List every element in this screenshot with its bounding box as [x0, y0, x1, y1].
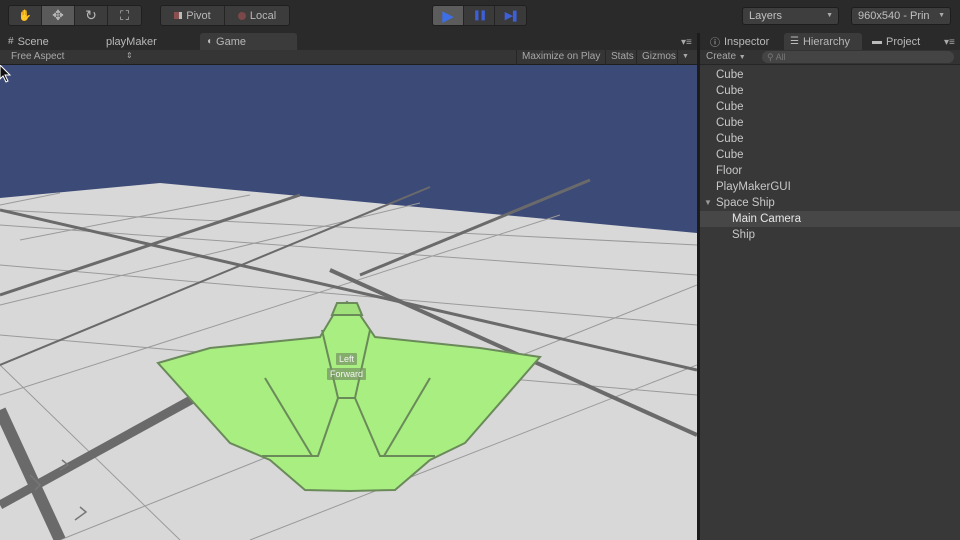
- search-icon: ⚲: [767, 52, 774, 62]
- info-icon: ⓘ: [710, 38, 720, 49]
- separator: [636, 50, 637, 65]
- item-label: Cube: [716, 117, 744, 129]
- tab-inspector[interactable]: ⓘ Inspector: [704, 33, 775, 50]
- hierarchy-item[interactable]: Cube: [700, 115, 960, 131]
- stats-button[interactable]: Stats: [611, 51, 634, 62]
- gizmos-button[interactable]: Gizmos: [642, 51, 676, 62]
- step-button[interactable]: ▶❚: [495, 6, 526, 25]
- maximize-on-play-button[interactable]: Maximize on Play: [522, 51, 600, 62]
- item-label: Cube: [716, 101, 744, 113]
- hud-forward-label: Forward: [327, 368, 367, 380]
- layout-dropdown[interactable]: 960x540 - Prin ▼: [851, 7, 951, 25]
- hierarchy-item[interactable]: Cube: [700, 83, 960, 99]
- move-icon: ✥: [52, 7, 64, 23]
- local-button[interactable]: Local: [225, 6, 289, 25]
- item-label: Cube: [716, 85, 744, 97]
- item-label: Cube: [716, 69, 744, 81]
- tab-project[interactable]: ▬ Project: [866, 33, 926, 50]
- item-label: PlayMakerGUI: [716, 181, 791, 193]
- scale-icon: ⛶: [119, 7, 130, 23]
- hierarchy-item[interactable]: PlayMakerGUI: [700, 179, 960, 195]
- hierarchy-tree: Cube Cube Cube Cube Cube Cube Floor Play…: [700, 67, 960, 243]
- hierarchy-item[interactable]: Cube: [700, 147, 960, 163]
- tab-project-label: Project: [886, 35, 921, 48]
- hierarchy-item[interactable]: Floor: [700, 163, 960, 179]
- panel-menu-icon[interactable]: ▾≡: [944, 37, 955, 48]
- scale-tool-button[interactable]: ⛶: [108, 6, 141, 25]
- pause-icon: ❚❚: [472, 10, 488, 21]
- hierarchy-item[interactable]: Cube: [700, 99, 960, 115]
- tab-hierarchy-label: Hierarchy: [802, 35, 851, 48]
- side-tabbar: ⓘ Inspector ☰ Hierarchy ▬ Project ▾≡: [700, 33, 960, 50]
- tab-inspector-label: Inspector: [724, 35, 770, 48]
- tab-scene[interactable]: # Scene: [2, 33, 55, 50]
- pivot-icon: [174, 12, 183, 19]
- panel-menu-icon[interactable]: ▾≡: [681, 37, 692, 48]
- create-label: Create: [706, 51, 737, 62]
- game-viewport[interactable]: Left Forward: [0, 65, 697, 540]
- hand-icon: ✋: [18, 10, 32, 22]
- item-label: Cube: [716, 133, 744, 145]
- item-label: Floor: [716, 165, 743, 177]
- rotate-tool-button[interactable]: ↻: [75, 6, 108, 25]
- separator: [516, 50, 517, 65]
- search-placeholder: All: [775, 52, 786, 62]
- tab-hierarchy[interactable]: ☰ Hierarchy: [784, 33, 862, 50]
- hierarchy-item[interactable]: Cube: [700, 131, 960, 147]
- chevron-down-icon: ▼: [738, 54, 746, 61]
- pivot-label: Pivot: [186, 9, 211, 22]
- local-label: Local: [249, 9, 277, 22]
- hud-left-label: Left: [336, 353, 358, 365]
- item-label: Space Ship: [716, 197, 775, 209]
- tab-game-label: Game: [216, 35, 247, 48]
- local-icon: [237, 11, 246, 20]
- list-icon: ☰: [790, 36, 799, 47]
- pivot-button[interactable]: Pivot: [161, 6, 225, 25]
- rotate-icon: ↻: [85, 7, 97, 23]
- chevron-down-icon: ▼: [826, 12, 833, 19]
- layers-dropdown[interactable]: Layers ▼: [742, 7, 839, 25]
- item-label: Cube: [716, 149, 744, 161]
- pause-button[interactable]: ❚❚: [464, 6, 495, 25]
- tab-playmaker-label: playMaker: [106, 35, 157, 48]
- game-view-controls: Free Aspect ⇕ Maximize on Play Stats Giz…: [0, 50, 697, 65]
- layers-label: Layers: [749, 10, 783, 22]
- mouse-cursor-icon: [0, 65, 12, 83]
- step-icon: ▶❚: [504, 10, 520, 22]
- hierarchy-item[interactable]: Ship: [700, 227, 960, 243]
- separator: [605, 50, 606, 65]
- pacman-icon: ◖: [206, 36, 213, 47]
- main-toolbar: ✋ ✥ ↻ ⛶ Pivot Local ▶ ❚❚ ▶❚ Layers ▼ 960…: [0, 0, 960, 33]
- play-icon: ▶: [442, 7, 454, 25]
- folder-icon: ▬: [872, 36, 882, 47]
- tab-playmaker[interactable]: playMaker: [100, 33, 163, 50]
- expand-triangle-icon[interactable]: ▼: [704, 195, 712, 211]
- hierarchy-panel: Create ▼ ⚲ All Cube Cube Cube Cube Cube …: [700, 50, 960, 540]
- tab-scene-label: Scene: [17, 35, 49, 48]
- hand-tool-button[interactable]: ✋: [9, 6, 42, 25]
- play-controls: ▶ ❚❚ ▶❚: [432, 5, 527, 26]
- separator: [677, 50, 678, 65]
- play-button[interactable]: ▶: [433, 6, 464, 25]
- create-dropdown[interactable]: Create ▼: [706, 51, 746, 62]
- transform-tools: ✋ ✥ ↻ ⛶: [8, 5, 142, 26]
- view-tabbar: # Scene playMaker ◖ Game ▾≡: [0, 33, 697, 50]
- gizmos-chevron-icon[interactable]: ▼: [682, 53, 689, 60]
- item-label: Main Camera: [732, 213, 802, 225]
- move-tool-button[interactable]: ✥: [42, 6, 75, 25]
- aspect-chevron-icon: ⇕: [126, 51, 133, 60]
- aspect-dropdown[interactable]: Free Aspect: [11, 51, 64, 62]
- chevron-down-icon: ▼: [938, 12, 945, 19]
- hierarchy-toolbar: Create ▼ ⚲ All: [700, 50, 960, 65]
- game-render: [0, 178, 697, 540]
- tab-game[interactable]: ◖ Game: [200, 33, 297, 50]
- layout-label: 960x540 - Prin: [858, 10, 930, 22]
- hierarchy-item-space-ship[interactable]: ▼ Space Ship: [700, 195, 960, 211]
- item-label: Ship: [732, 229, 756, 241]
- grid-icon: #: [8, 36, 14, 47]
- hierarchy-item[interactable]: Cube: [700, 67, 960, 83]
- hierarchy-item-main-camera[interactable]: Main Camera: [700, 211, 960, 227]
- hierarchy-search-input[interactable]: ⚲ All: [762, 51, 954, 63]
- pivot-toggle-group: Pivot Local: [160, 5, 290, 26]
